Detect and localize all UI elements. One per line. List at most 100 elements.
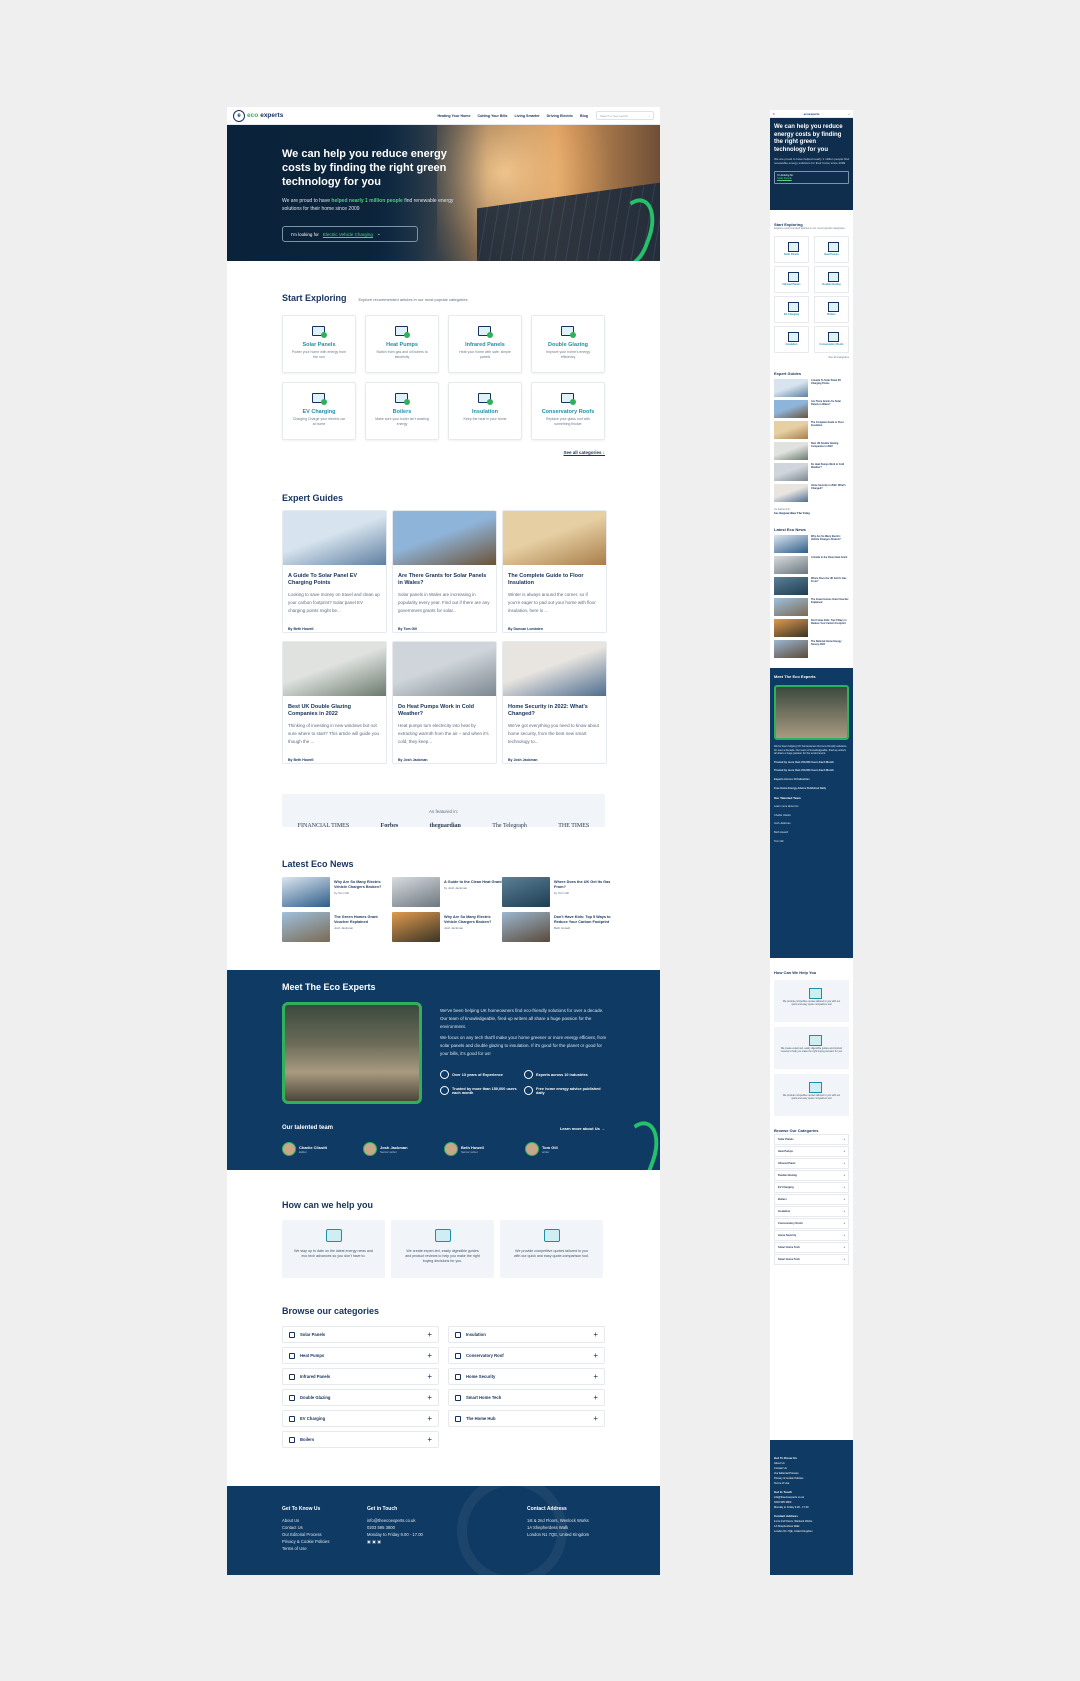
mobile-category[interactable]: Boilers [814,296,849,323]
category-card-heat-pumps[interactable]: Heat Pumps Switch from gas and oil boiler… [365,315,439,373]
nav-bills[interactable]: Cutting Your Bills [477,114,507,118]
browse-item[interactable]: EV Charging + [282,1410,439,1427]
browse-item[interactable]: Infrared Panels + [282,1368,439,1385]
category-card-boilers[interactable]: Boilers Make sure your boiler isn't wasti… [365,382,439,440]
footer-link[interactable]: Our Editorial Process [282,1531,337,1538]
browse-item[interactable]: Heat Pumps + [282,1347,439,1364]
mobile-see-all[interactable]: See all categories [774,356,849,359]
news-item[interactable]: Why Are So Many Electric Vehicle Charger… [282,877,392,907]
footer-link[interactable]: Contact Us [282,1524,337,1531]
news-item[interactable]: A Guide to the Clean Heat Grant by Josh J… [392,877,502,907]
browse-item[interactable]: Smart Home Tech + [448,1389,605,1406]
nav-heating[interactable]: Heating Your Home [437,114,470,118]
guide-card[interactable]: Home Security in 2022: What's Changed? We… [502,641,607,764]
search-icon[interactable]: ⌕ [648,114,650,118]
search-icon[interactable]: ⌕ [848,112,850,116]
mobile-browse-item[interactable]: Conservatory Roofs + [774,1218,849,1229]
browse-item[interactable]: Home Security + [448,1368,605,1385]
plus-icon: + [593,1393,598,1402]
envelope-icon [325,1229,342,1242]
plus-icon: + [427,1393,432,1402]
mobile-category[interactable]: Heat Pumps [814,236,849,263]
news-item[interactable]: Where Does the UK Get Its Gas From? by To… [502,877,612,907]
mobile-news[interactable]: Why Are So Many Electric Vehicle Charger… [774,535,849,553]
news-image [392,877,440,907]
mobile-browse-item[interactable]: Boilers + [774,1194,849,1205]
news-item[interactable]: The Green Homes Grant Voucher Explained J… [282,912,392,942]
footer-link[interactable]: Privacy & Cookie Policies [282,1538,337,1545]
site-logo[interactable]: e eco experts [233,109,283,122]
mobile-news[interactable]: Where Does the UK Get Its Gas From? [774,577,849,595]
mobile-category[interactable]: Solar Panels [774,236,809,263]
team-member[interactable]: Beth Howell Senior writer [444,1142,524,1156]
mobile-learn-more[interactable]: Learn more about Us [774,805,849,809]
team-member[interactable]: Tom Gill writer [525,1142,605,1156]
nav-driving[interactable]: Driving Electric [547,114,573,118]
mobile-category[interactable]: Insulation [774,326,809,353]
category-card-ev[interactable]: EV Charging Charging Charge your electric… [282,382,356,440]
browse-item[interactable]: Insulation + [448,1326,605,1343]
mobile-guide[interactable]: Do Heat Pumps Work in Cold Weather? [774,463,849,481]
nav-living[interactable]: Living Smarter [514,114,539,118]
mobile-guide[interactable]: The Complete Guide to Floor Insulation [774,421,849,439]
browse-item[interactable]: Boilers + [282,1431,439,1448]
mobile-browse-item[interactable]: Infrared Panel + [774,1158,849,1169]
guide-card[interactable]: Are There Grants for Solar Panels in Wal… [392,510,497,633]
mobile-guide[interactable]: Are There Grants for Solar Panels in Wal… [774,400,849,418]
learn-more-link[interactable]: Learn more about Us → [560,1126,605,1131]
mobile-category[interactable]: Conservatory Roofs [814,326,849,353]
mobile-news[interactable]: The National Home Energy Survey 2022 [774,640,849,658]
mobile-browse-item[interactable]: Smart Home Tech + [774,1254,849,1265]
mobile-category[interactable]: Infrared Panels [774,266,809,293]
nav-blog[interactable]: Blog [580,114,588,118]
guide-card[interactable]: The Complete Guide to Floor Insulation Wi… [502,510,607,633]
team-member[interactable]: Josh Jackman Senior writer [363,1142,443,1156]
team-member[interactable]: Charlie Clissitt Editor [282,1142,362,1156]
infrared-panel-icon [477,324,493,338]
mobile-browse-item[interactable]: Heat Pumps + [774,1146,849,1157]
category-card-infrared[interactable]: Infrared Panels Heat your home with safe,… [448,315,522,373]
category-card-glazing[interactable]: Double Glazing Improve your home's energy… [531,315,605,373]
logo-watermark [457,1476,567,1575]
guide-card[interactable]: A Guide To Solar Panel EV Charging Point… [282,510,387,633]
looking-for-dropdown[interactable]: I'm looking for Electric Vehicle Chargin… [282,226,418,242]
browse-item[interactable]: Solar Panels + [282,1326,439,1343]
browse-item[interactable]: Double Glazing + [282,1389,439,1406]
guide-card[interactable]: Best UK Double Glazing Companies in 2022… [282,641,387,764]
mobile-browse-item[interactable]: EV Charging + [774,1182,849,1193]
mobile-looking-dropdown[interactable]: I'm looking for Solar Panels [774,171,849,184]
mobile-browse-item[interactable]: Smart Home Tech + [774,1242,849,1253]
guide-image [503,642,606,696]
browse-item[interactable]: Conservatory Roof + [448,1347,605,1364]
mobile-browse-item[interactable]: Double Glazing + [774,1170,849,1181]
category-card-solar[interactable]: Solar Panels Power your home with energy … [282,315,356,373]
mobile-guide[interactable]: A Guide To Solar Panel EV Charging Point… [774,379,849,397]
mobile-news[interactable]: Don't Have Kids: Top 5 Ways to Reduce Yo… [774,619,849,637]
expert-icon [524,1070,533,1079]
solar-panel-icon [311,324,327,338]
mobile-guide[interactable]: Home Security in 2022: What's Changed? [774,484,849,502]
category-card-insulation[interactable]: Insulation Keep the heat in your home [448,382,522,440]
news-item[interactable]: Why Are So Many Electric Vehicle Charger… [392,912,502,942]
see-all-categories-link[interactable]: See all categories ↓ [282,450,605,455]
plus-icon: + [593,1414,598,1423]
mobile-browse-item[interactable]: Solar Panels + [774,1134,849,1145]
mobile-logo[interactable]: ecoexperts [804,112,820,116]
news-item[interactable]: Don't Have Kids: Top 5 Ways to Reduce Yo… [502,912,612,942]
menu-icon[interactable]: ≡ [773,112,775,116]
search-input[interactable]: Search a new search ⌕ [596,111,654,120]
guide-card[interactable]: Do Heat Pumps Work in Cold Weather? Heat … [392,641,497,764]
mobile-browse-item[interactable]: Home Security + [774,1230,849,1241]
review-icon [434,1229,451,1242]
mobile-guide[interactable]: Best UK Double Glazing Companies in 2022 [774,442,849,460]
mobile-category[interactable]: Double Glazing [814,266,849,293]
mobile-category[interactable]: EV Charging [774,296,809,323]
mobile-news[interactable]: A Guide to the Clean Heat Grant [774,556,849,574]
mobile-news[interactable]: The Green Homes Grant Voucher Explained [774,598,849,616]
browse-item[interactable]: The Home Hub + [448,1410,605,1427]
mobile-browse-item[interactable]: Insulation + [774,1206,849,1217]
category-card-conservatory[interactable]: Conservatory Roofs Replace your glass roo… [531,382,605,440]
footer-link[interactable]: About Us [282,1517,337,1524]
heat-pump-icon [394,324,410,338]
footer-link[interactable]: Terms of Use [282,1545,337,1552]
